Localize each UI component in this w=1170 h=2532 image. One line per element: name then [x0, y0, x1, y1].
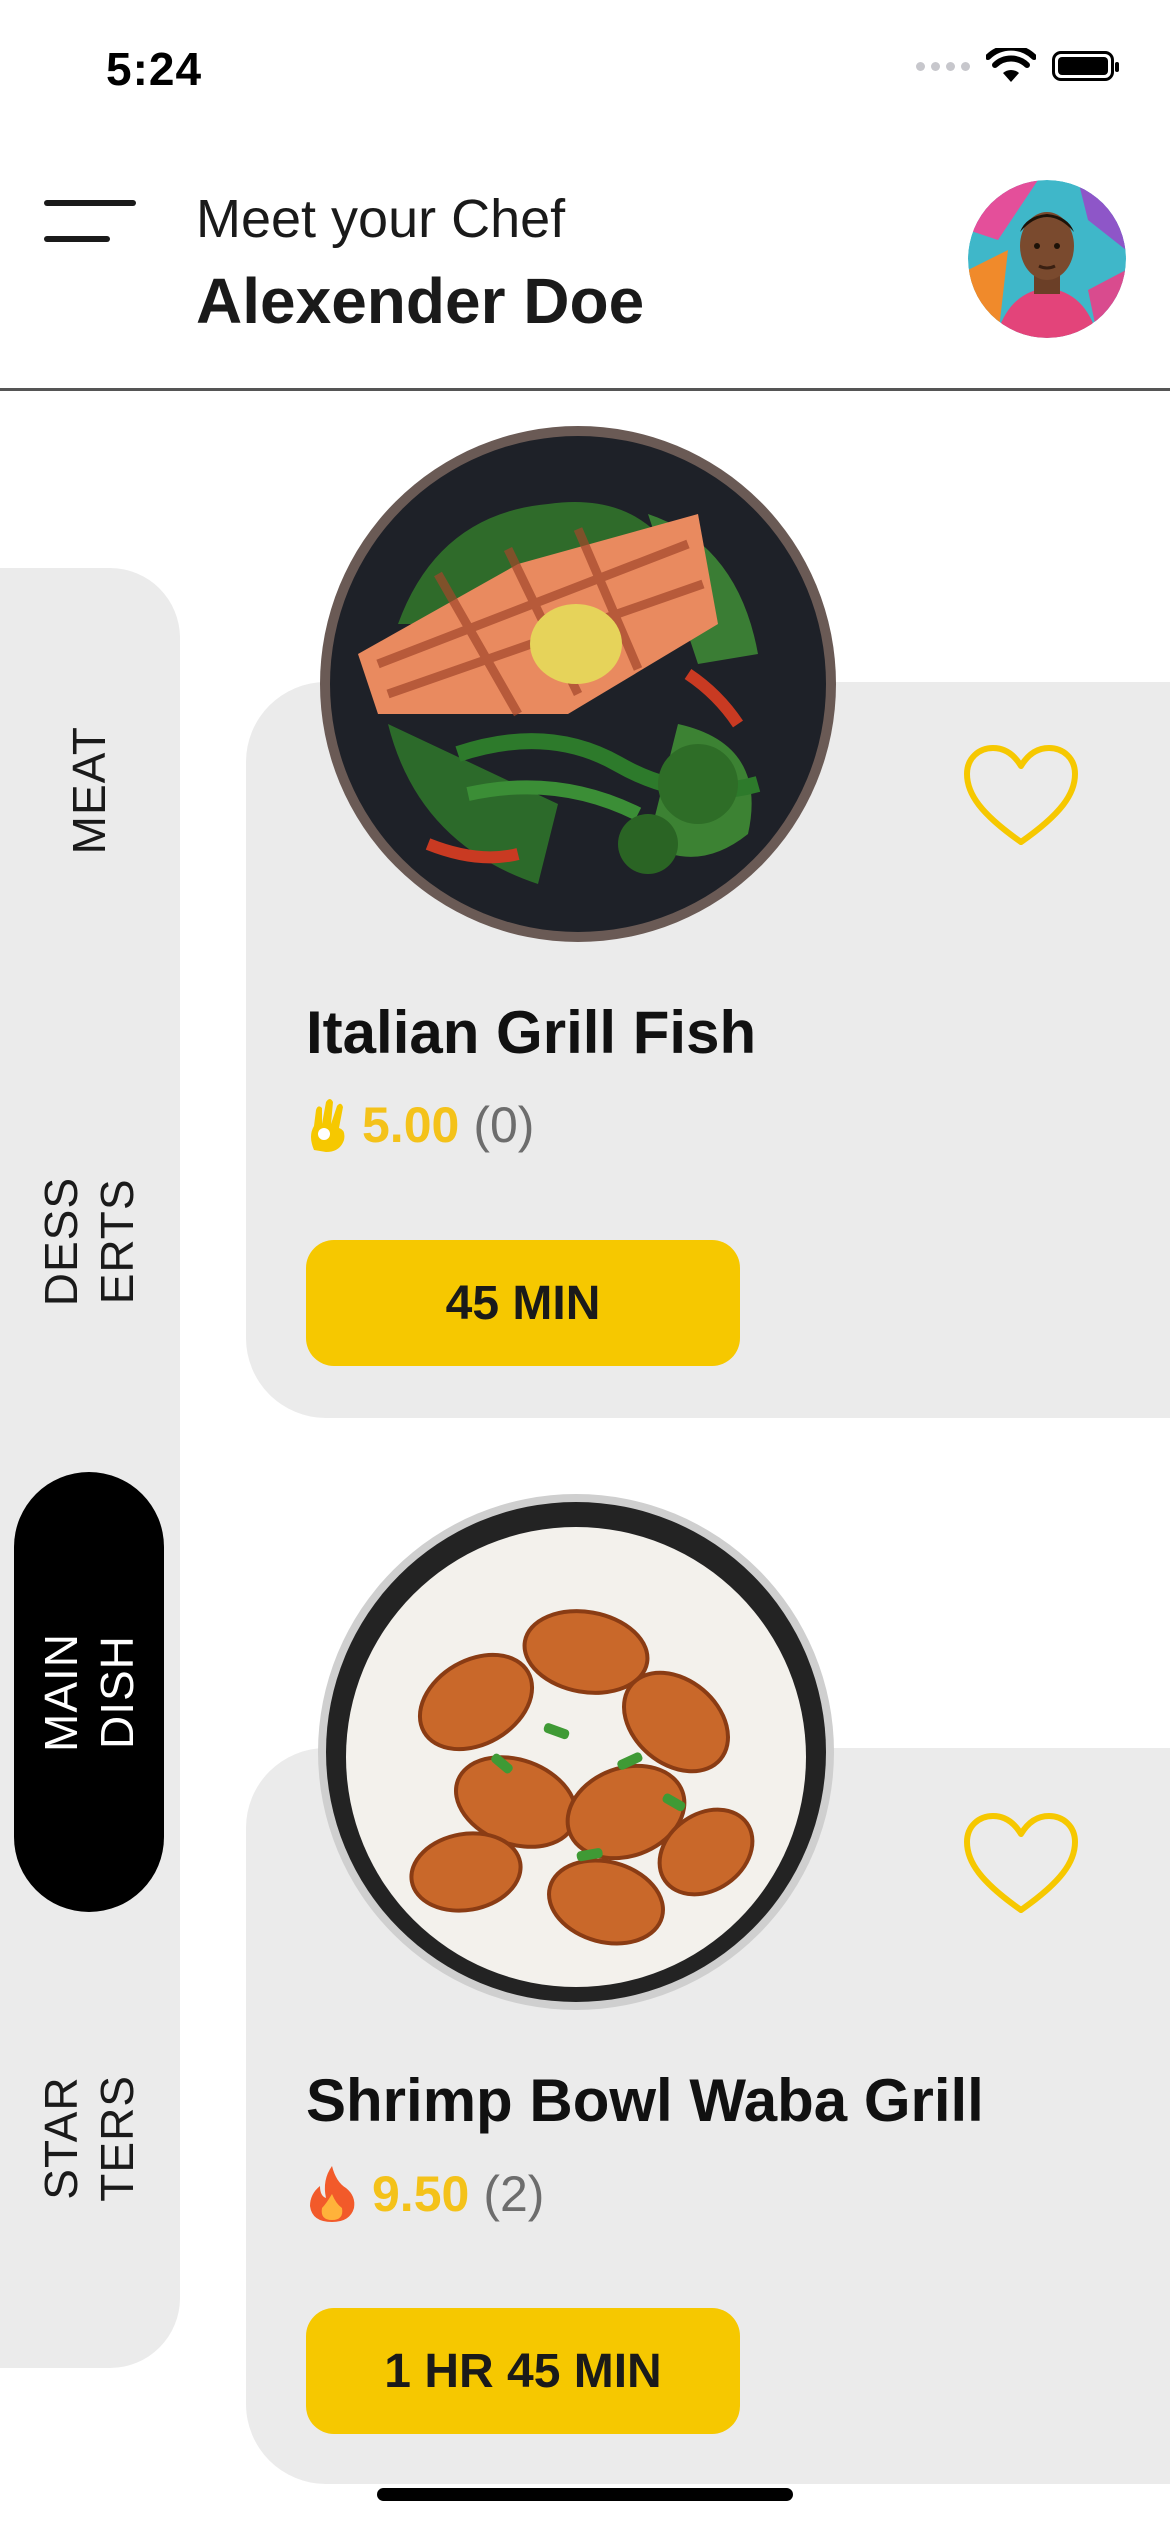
- dish-rating: 5.00 (0): [306, 1096, 534, 1154]
- category-label: STAR TERS: [35, 2074, 143, 2202]
- category-tab-starters[interactable]: STAR TERS: [14, 1918, 164, 2358]
- hamburger-icon-line: [44, 236, 110, 242]
- menu-button[interactable]: [44, 200, 136, 248]
- category-tab-meat[interactable]: MEAT: [14, 570, 164, 1010]
- app-screen: 5:24 Meet your Chef Alexender Doe MEAT D…: [0, 0, 1170, 2532]
- cook-time-button[interactable]: 45 MIN: [306, 1240, 740, 1366]
- category-label: DESS ERTS: [35, 1177, 143, 1307]
- cook-time-button[interactable]: 1 HR 45 MIN: [306, 2308, 740, 2434]
- wifi-icon: [986, 48, 1036, 82]
- avatar-image: [968, 180, 1126, 338]
- rating-score: 5.00: [362, 1097, 460, 1153]
- chef-subtitle: Meet your Chef: [196, 189, 566, 249]
- category-label: MAIN DISH: [35, 1632, 143, 1752]
- dish-image-grill-fish: [320, 426, 836, 942]
- rating-score: 9.50: [372, 2166, 470, 2222]
- battery-icon: [1052, 51, 1119, 81]
- ok-hand-icon: [311, 1099, 345, 1152]
- category-tab-main-dish[interactable]: MAIN DISH: [14, 1472, 164, 1912]
- heart-icon[interactable]: [961, 742, 1081, 852]
- review-count: (0): [473, 1097, 535, 1153]
- review-count: (2): [483, 2166, 545, 2222]
- status-time: 5:24: [106, 43, 203, 95]
- status-icons: [916, 48, 1119, 84]
- chef-name: Alexender Doe: [196, 265, 645, 337]
- home-indicator[interactable]: [377, 2488, 793, 2501]
- dish-image-shrimp-bowl: [318, 1494, 834, 2010]
- dish-rating: 9.50 (2): [306, 2164, 544, 2224]
- hamburger-icon-line: [44, 200, 136, 206]
- category-label: MEAT: [63, 725, 115, 855]
- header-divider: [0, 388, 1170, 391]
- heart-icon[interactable]: [961, 1810, 1081, 1920]
- chef-avatar[interactable]: [968, 180, 1126, 338]
- dish-name: Italian Grill Fish: [306, 999, 757, 1066]
- dish-name: Shrimp Bowl Waba Grill: [306, 2067, 984, 2134]
- category-tab-desserts[interactable]: DESS ERTS: [14, 1022, 164, 1462]
- fire-icon: [310, 2166, 355, 2222]
- signal-icon: [916, 61, 970, 71]
